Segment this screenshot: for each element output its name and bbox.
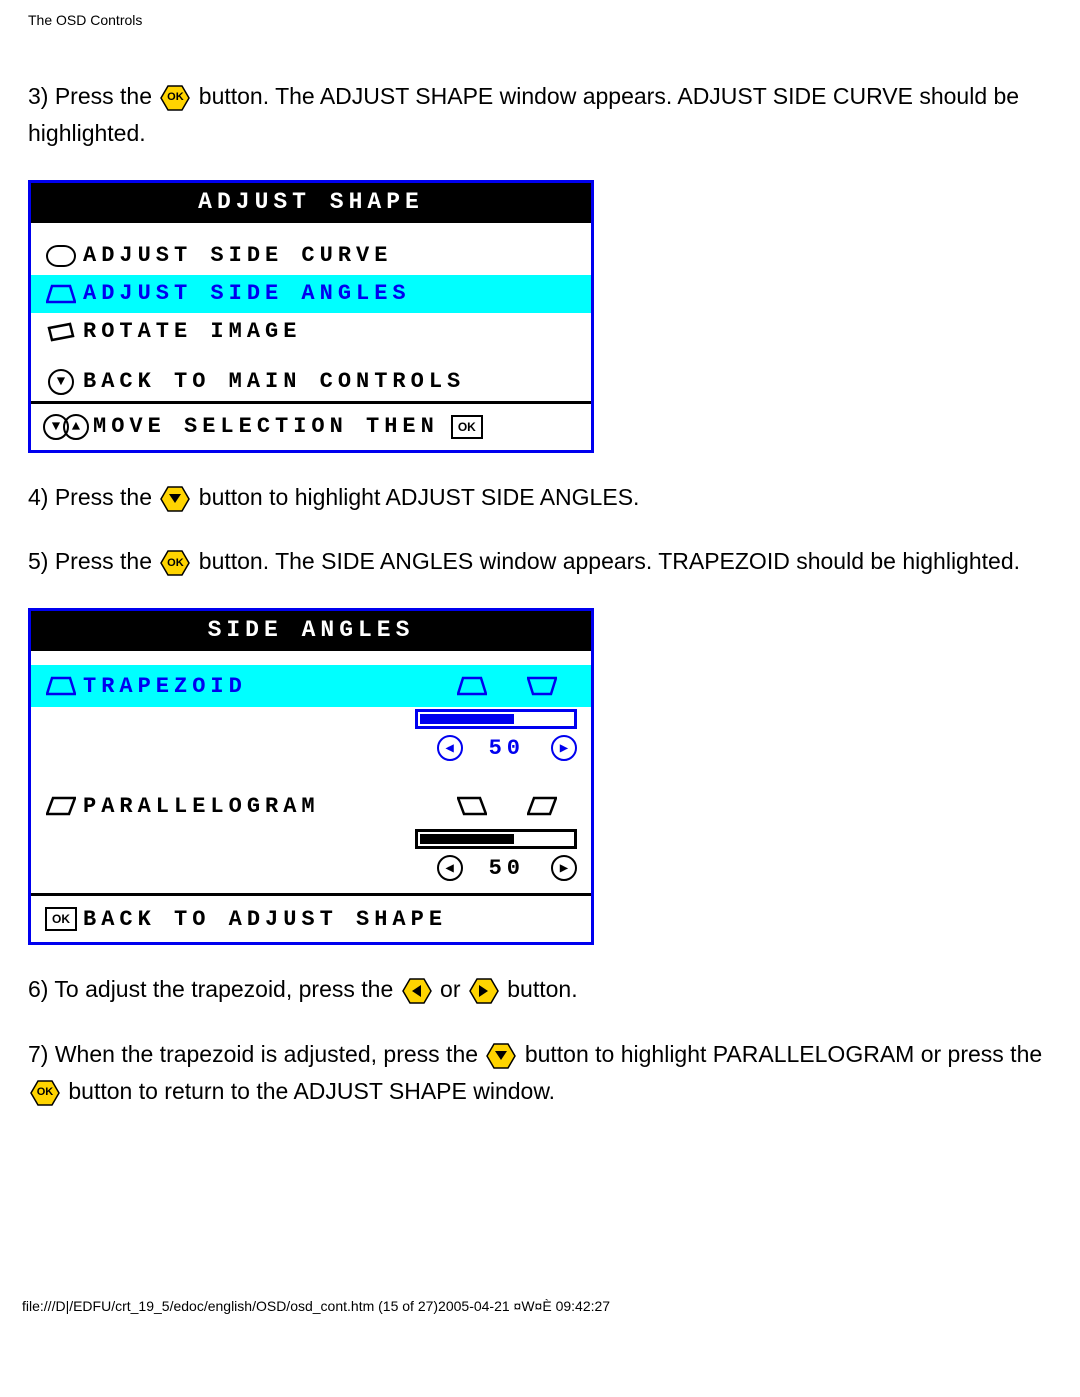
page-footer: file:///D|/EDFU/crt_19_5/edoc/english/OS… <box>0 1298 1080 1324</box>
osd1-item-0-label: ADJUST SIDE CURVE <box>83 243 392 268</box>
down-button-icon <box>486 1043 516 1069</box>
osd2-trapezoid-bar <box>31 707 591 731</box>
step-6-pre: 6) To adjust the trapezoid, press the <box>28 976 400 1002</box>
osd2-trapezoid-valrow: ◀ 50 ▶ <box>31 731 591 773</box>
parallelogram-right-icon <box>527 796 557 816</box>
ok-button-icon: OK <box>160 550 190 576</box>
trapezoid-icon <box>46 676 76 696</box>
page-header-title: The OSD Controls <box>28 12 142 28</box>
parallelogram-left-icon <box>457 796 487 816</box>
step-3: 3) Press the OK button. The ADJUST SHAPE… <box>28 78 1052 152</box>
osd-side-angles: SIDE ANGLES TRAPEZOID ◀ 50 ▶ <box>28 608 594 945</box>
osd2-back: OK BACK TO ADJUST SHAPE <box>31 896 591 942</box>
down-circle-icon: ▼ <box>48 369 74 395</box>
osd1-hint-label: MOVE SELECTION THEN <box>93 414 439 439</box>
side-curve-icon <box>46 245 76 267</box>
step-4-post: button to highlight ADJUST SIDE ANGLES. <box>199 484 640 510</box>
osd2-trapezoid-label: TRAPEZOID <box>83 674 247 699</box>
left-button-icon <box>402 978 432 1004</box>
rotate-icon <box>46 322 76 342</box>
osd1-item-side-angles: ADJUST SIDE ANGLES <box>31 275 591 313</box>
step-4: 4) Press the button to highlight ADJUST … <box>28 479 1052 516</box>
osd1-back: ▼ BACK TO MAIN CONTROLS <box>31 363 591 401</box>
parallelogram-icon <box>46 796 76 816</box>
ok-box-icon: OK <box>451 415 483 439</box>
osd2-parallelogram-valrow: ◀ 50 ▶ <box>31 851 591 893</box>
ok-button-icon: OK <box>30 1080 60 1106</box>
osd2-parallelogram-bar <box>31 827 591 851</box>
step-5: 5) Press the OK button. The SIDE ANGLES … <box>28 543 1052 580</box>
ok-button-icon: OK <box>160 85 190 111</box>
osd1-item-1-label: ADJUST SIDE ANGLES <box>83 281 411 306</box>
step-6-post: button. <box>507 976 577 1002</box>
ok-box-icon: OK <box>45 907 77 931</box>
trapezoid-icon <box>46 284 76 304</box>
left-circle-icon: ◀ <box>437 855 463 881</box>
step-3-pre: 3) Press the <box>28 83 158 109</box>
down-button-icon <box>160 486 190 512</box>
trapezoid-wide-icon <box>527 676 557 696</box>
osd2-trapezoid-value: 50 <box>489 736 525 761</box>
page-content: 3) Press the OK button. The ADJUST SHAPE… <box>0 28 1080 1110</box>
step-6: 6) To adjust the trapezoid, press the or… <box>28 971 1052 1008</box>
osd2-trapezoid-row: TRAPEZOID <box>31 665 591 707</box>
osd1-title: ADJUST SHAPE <box>31 183 591 225</box>
right-circle-icon: ▶ <box>551 855 577 881</box>
step-7: 7) When the trapezoid is adjusted, press… <box>28 1036 1052 1110</box>
osd2-back-label: BACK TO ADJUST SHAPE <box>83 907 447 932</box>
up-circle-icon: ▲ <box>63 414 89 440</box>
osd2-parallelogram-value: 50 <box>489 856 525 881</box>
step-7-post: button to return to the ADJUST SHAPE win… <box>68 1078 555 1104</box>
osd1-item-2-label: ROTATE IMAGE <box>83 319 301 344</box>
step-5-post: button. The SIDE ANGLES window appears. … <box>199 548 1020 574</box>
step-4-pre: 4) Press the <box>28 484 158 510</box>
osd2-parallelogram-label: PARALLELOGRAM <box>83 794 320 819</box>
osd1-back-label: BACK TO MAIN CONTROLS <box>83 369 465 394</box>
step-7-pre: 7) When the trapezoid is adjusted, press… <box>28 1041 484 1067</box>
left-circle-icon: ◀ <box>437 735 463 761</box>
osd1-item-rotate: ROTATE IMAGE <box>31 313 591 351</box>
osd2-parallelogram-row: PARALLELOGRAM <box>31 785 591 827</box>
right-circle-icon: ▶ <box>551 735 577 761</box>
osd1-hint: ▼ ▲ MOVE SELECTION THEN OK <box>31 404 591 450</box>
right-button-icon <box>469 978 499 1004</box>
osd-adjust-shape: ADJUST SHAPE ADJUST SIDE CURVE ADJUST SI… <box>28 180 594 453</box>
osd1-item-side-curve: ADJUST SIDE CURVE <box>31 237 591 275</box>
page-header: The OSD Controls <box>0 0 1080 28</box>
osd2-title: SIDE ANGLES <box>31 611 591 653</box>
step-5-pre: 5) Press the <box>28 548 158 574</box>
trapezoid-narrow-icon <box>457 676 487 696</box>
step-7-mid: button to highlight PARALLELOGRAM or pre… <box>525 1041 1042 1067</box>
footer-text: file:///D|/EDFU/crt_19_5/edoc/english/OS… <box>22 1298 610 1314</box>
step-6-mid: or <box>440 976 467 1002</box>
